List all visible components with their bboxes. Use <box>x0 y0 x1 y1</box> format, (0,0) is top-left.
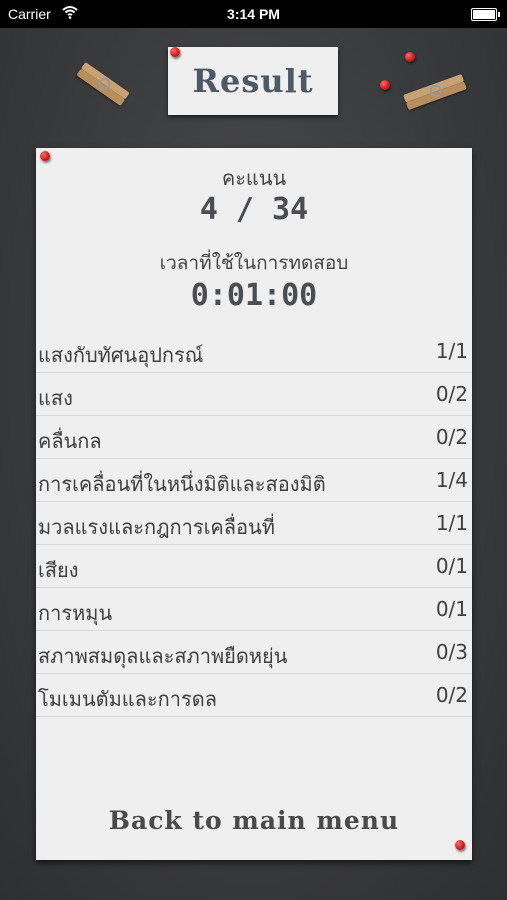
pushpin-icon <box>455 840 465 850</box>
list-item: คลื่นกล 0/2 <box>36 416 472 459</box>
status-bar: Carrier 3:14 PM <box>0 0 507 28</box>
clothespin-left-icon <box>74 59 132 110</box>
title-card: Result <box>168 47 338 115</box>
topic-score-list: แสงกับทัศนอุปกรณ์ 1/1 แสง 0/2 คลื่นกล 0/… <box>36 330 472 717</box>
topic-name: สภาพสมดุลและสภาพยืดหยุ่น <box>38 644 288 668</box>
topic-score: 1/1 <box>435 511 468 535</box>
list-item: เสียง 0/1 <box>36 545 472 588</box>
list-item: การหมุน 0/1 <box>36 588 472 631</box>
time-used-label: เวลาที่ใช้ในการทดสอบ <box>159 252 349 274</box>
score-value: 4 / 34 <box>199 192 309 227</box>
pushpin-icon <box>380 80 390 90</box>
clothespin-right-icon <box>402 70 468 114</box>
topic-score: 0/3 <box>435 640 468 664</box>
page-title: Result <box>192 62 314 100</box>
back-to-main-menu-button[interactable]: Back to main menu <box>36 806 472 835</box>
list-item: การเคลื่อนที่ในหนึ่งมิติและสองมิติ 1/4 <box>36 459 472 502</box>
topic-name: มวลแรงและกฎการเคลื่อนที่ <box>38 515 275 539</box>
clock: 3:14 PM <box>227 6 280 22</box>
topic-name: เสียง <box>38 558 79 582</box>
topic-name: แสงกับทัศนอุปกรณ์ <box>38 343 204 367</box>
pushpin-icon <box>170 47 180 57</box>
topic-score: 0/2 <box>435 683 468 707</box>
topic-score: 0/2 <box>435 382 468 406</box>
score-label: คะแนน <box>221 166 287 190</box>
list-item: แสงกับทัศนอุปกรณ์ 1/1 <box>36 330 472 373</box>
pushpin-icon <box>405 52 415 62</box>
topic-name: การเคลื่อนที่ในหนึ่งมิติและสองมิติ <box>38 472 326 496</box>
list-item: โมเมนตัมและการดล 0/2 <box>36 674 472 717</box>
topic-score: 1/4 <box>435 468 468 492</box>
topic-name: โมเมนตัมและการดล <box>38 687 218 711</box>
topic-name: การหมุน <box>38 601 113 625</box>
topic-name: คลื่นกล <box>38 429 102 453</box>
battery-icon <box>471 8 500 21</box>
topic-score: 0/1 <box>435 597 468 621</box>
list-item: มวลแรงและกฎการเคลื่อนที่ 1/1 <box>36 502 472 545</box>
list-item: สภาพสมดุลและสภาพยืดหยุ่น 0/3 <box>36 631 472 674</box>
topic-score: 0/1 <box>435 554 468 578</box>
result-sheet: คะแนน 4 / 34 เวลาที่ใช้ในการทดสอบ 0:01:0… <box>36 148 472 860</box>
pushpin-icon <box>40 151 50 161</box>
topic-name: แสง <box>38 386 73 410</box>
topic-score: 1/1 <box>435 339 468 363</box>
topic-score: 0/2 <box>435 425 468 449</box>
list-item: แสง 0/2 <box>36 373 472 416</box>
time-used-value: 0:01:00 <box>190 278 318 313</box>
